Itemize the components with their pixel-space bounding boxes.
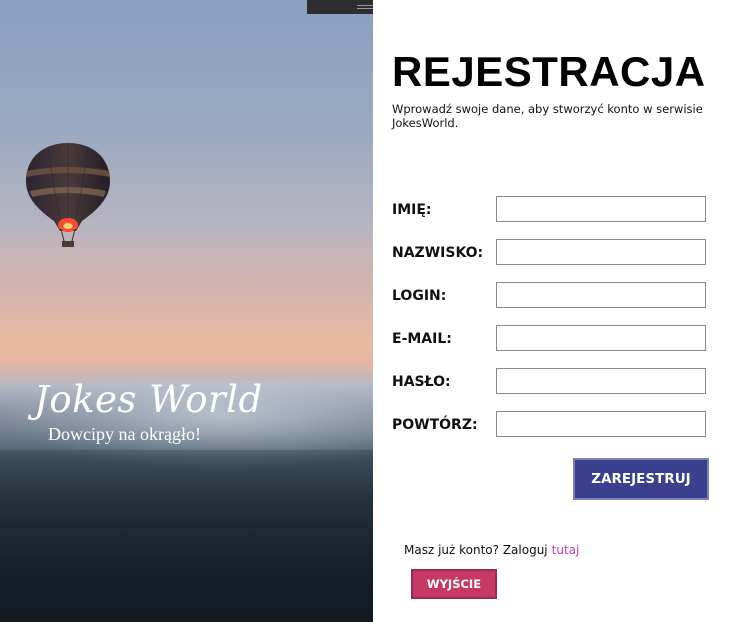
login-row: LOGIN: bbox=[392, 282, 712, 310]
email-field[interactable] bbox=[496, 325, 706, 351]
login-label: LOGIN: bbox=[392, 288, 447, 304]
login-prompt: Masz już konto? Zaloguj tutaj bbox=[404, 543, 579, 557]
email-label: E-MAIL: bbox=[392, 331, 452, 347]
login-link[interactable]: tutaj bbox=[552, 543, 580, 557]
password-label: HASŁO: bbox=[392, 374, 451, 390]
email-row: E-MAIL: bbox=[392, 325, 712, 353]
page-subtitle: Wprowadź swoje dane, aby stworzyć konto … bbox=[392, 102, 703, 130]
background-image-panel: Jokes World Dowcipy na okrągło! bbox=[0, 0, 373, 622]
password-field[interactable] bbox=[496, 368, 706, 394]
first-name-field[interactable] bbox=[496, 196, 706, 222]
last-name-row: NAZWISKO: bbox=[392, 239, 712, 267]
last-name-label: NAZWISKO: bbox=[392, 245, 484, 261]
repeat-password-field[interactable] bbox=[496, 411, 706, 437]
brand-logo-text: Jokes World bbox=[34, 378, 263, 421]
last-name-field[interactable] bbox=[496, 239, 706, 265]
valley-silhouette bbox=[0, 450, 373, 622]
register-button[interactable]: ZAREJESTRUJ bbox=[573, 458, 709, 500]
page-title: REJESTRACJA bbox=[392, 48, 706, 95]
login-prompt-text: Masz już konto? Zaloguj bbox=[404, 543, 548, 557]
password-row: HASŁO: bbox=[392, 368, 712, 396]
first-name-row: IMIĘ: bbox=[392, 196, 712, 224]
repeat-password-label: POWTÓRZ: bbox=[392, 417, 478, 433]
login-field[interactable] bbox=[496, 282, 706, 308]
repeat-password-row: POWTÓRZ: bbox=[392, 411, 712, 439]
exit-button[interactable]: WYJŚCIE bbox=[411, 569, 497, 599]
hot-air-balloon-image bbox=[26, 143, 110, 247]
brand-tagline: Dowcipy na okrągło! bbox=[48, 424, 201, 444]
first-name-label: IMIĘ: bbox=[392, 202, 432, 218]
